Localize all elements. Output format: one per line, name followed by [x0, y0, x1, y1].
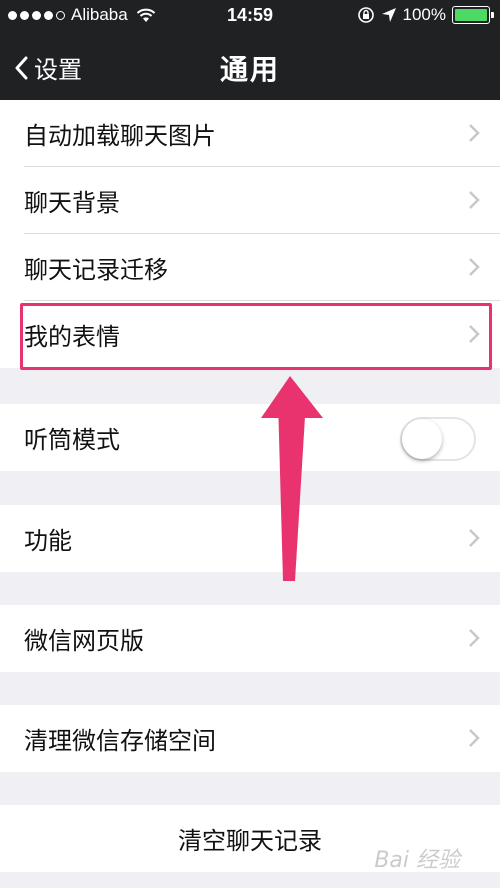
chat-history-migration-item[interactable]: 聊天记录迁移 [0, 234, 500, 301]
battery-icon [452, 6, 494, 24]
chevron-right-icon [469, 729, 480, 747]
battery-percent: 100% [402, 5, 446, 24]
list-item-label: 微信网页版 [24, 627, 144, 655]
clean-storage-item[interactable]: 清理微信存储空间 [0, 705, 500, 772]
auto-load-images-item[interactable]: 自动加载聊天图片 [0, 100, 500, 167]
list-item-label: 聊天记录迁移 [24, 256, 168, 284]
list-item-label: 听筒模式 [24, 426, 120, 454]
chevron-right-icon [469, 629, 480, 647]
list-item-label: 功能 [24, 527, 72, 555]
chat-background-item[interactable]: 聊天背景 [0, 167, 500, 234]
settings-group-3: 功能 [0, 505, 500, 572]
features-item[interactable]: 功能 [0, 505, 500, 572]
page-title: 通用 [219, 53, 280, 86]
list-item-label: 自动加载聊天图片 [24, 122, 216, 150]
settings-group-2: 听筒模式 [0, 404, 500, 471]
rotation-lock-icon [357, 7, 374, 23]
status-right: 100% [357, 5, 494, 25]
location-arrow-icon [381, 8, 396, 22]
settings-group-1: 自动加载聊天图片 聊天背景 聊天记录迁移 我的表情 [0, 100, 500, 368]
toggle-knob [402, 419, 442, 459]
chevron-right-icon [469, 191, 480, 209]
list-item-label: 清理微信存储空间 [24, 727, 216, 755]
earpiece-mode-toggle[interactable] [400, 417, 476, 461]
chevron-right-icon [469, 124, 480, 142]
settings-group-4: 微信网页版 [0, 605, 500, 672]
list-item-label: 聊天背景 [24, 189, 120, 217]
chevron-right-icon [469, 258, 480, 276]
button-label: 清空聊天记录 [178, 827, 322, 855]
my-stickers-item[interactable]: 我的表情 [0, 301, 500, 368]
status-bar: Alibaba 14:59 100% [0, 0, 500, 34]
chevron-right-icon [469, 529, 480, 547]
navigation-bar: 设置 通用 [0, 34, 500, 100]
wechat-web-item[interactable]: 微信网页版 [0, 605, 500, 672]
earpiece-mode-item: 听筒模式 [0, 404, 500, 471]
chevron-right-icon [469, 325, 480, 343]
watermark: Bai 经验 [374, 848, 460, 873]
list-item-label: 我的表情 [24, 323, 120, 351]
settings-group-5: 清理微信存储空间 [0, 705, 500, 772]
